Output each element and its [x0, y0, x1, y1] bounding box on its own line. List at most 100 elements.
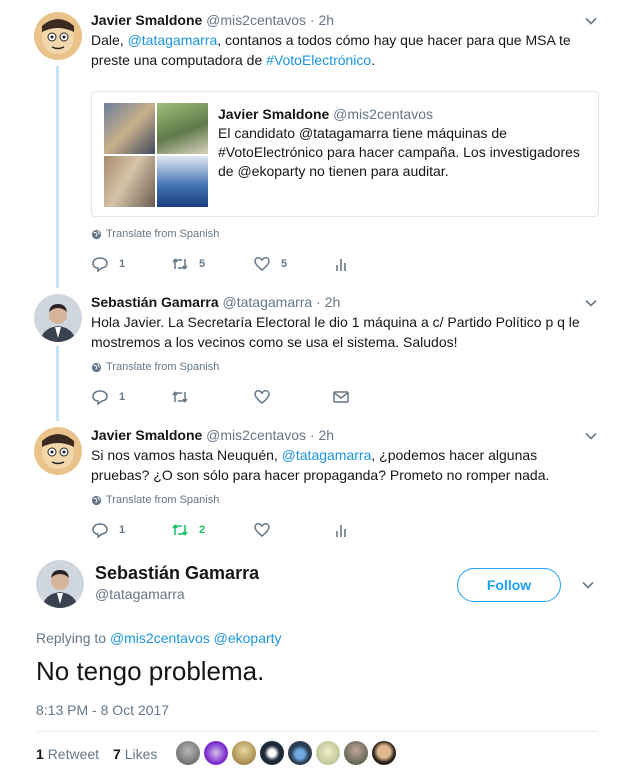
author-name[interactable]: Javier Smaldone [91, 12, 202, 28]
mention-link[interactable]: @tatagamarra [128, 32, 218, 48]
author-handle[interactable]: @mis2centavos [206, 427, 306, 443]
globe-icon [91, 495, 102, 505]
separator: · [316, 294, 321, 310]
envelope-icon [333, 391, 349, 403]
timestamp[interactable]: 2h [325, 294, 341, 310]
translate-link[interactable]: Translate from Spanish [91, 360, 219, 374]
main-avatar[interactable] [36, 560, 84, 608]
author-handle[interactable]: @tatagamarra [223, 294, 313, 310]
tweet-header: Sebastián Gamarra @tatagamarra · 2h [91, 293, 340, 311]
like-button[interactable] [253, 520, 271, 540]
tweet-text: Dale, @tatagamarra, contanos a todos cóm… [91, 30, 591, 70]
main-author-name[interactable]: Sebastián Gamarra [95, 562, 259, 584]
retweet-button[interactable]: 5 [171, 254, 205, 274]
retweet-count: 5 [199, 258, 206, 270]
like-button[interactable]: 5 [253, 254, 287, 274]
retweet-stat-count: 1 [36, 746, 44, 762]
media-thumbnail[interactable] [157, 103, 208, 154]
replying-to: Replying to @mis2centavos @ekoparty [36, 629, 282, 647]
media-thumbnail[interactable] [104, 156, 155, 207]
liker-avatar[interactable] [372, 741, 396, 765]
mention-link[interactable]: @tatagamarra [282, 447, 372, 463]
quoted-author-handle: @mis2centavos [333, 106, 433, 122]
separator: · [309, 12, 315, 28]
liker-avatar[interactable] [344, 741, 368, 765]
avatar[interactable] [34, 12, 82, 60]
main-tweet-text: No tengo problema. [36, 656, 265, 686]
quoted-tweet[interactable]: Javier Smaldone @mis2centavos El candida… [91, 91, 599, 217]
analytics-button[interactable] [332, 254, 350, 274]
tweet-actions: 1 [91, 387, 391, 407]
retweet-icon [172, 391, 188, 403]
author-name[interactable]: Javier Smaldone [91, 427, 202, 443]
liker-avatar[interactable] [288, 741, 312, 765]
analytics-button[interactable] [332, 520, 350, 540]
follow-button[interactable]: Follow [457, 568, 561, 602]
reply-button[interactable]: 1 [91, 520, 125, 540]
media-thumbnail[interactable] [157, 156, 208, 207]
reply-count: 1 [119, 391, 126, 403]
tweet-actions: 1 5 5 [91, 254, 391, 274]
heart-icon [254, 257, 270, 271]
reply-to-link[interactable]: @ekoparty [214, 630, 282, 646]
timestamp[interactable]: 2h [318, 427, 334, 443]
tweet-header: Javier Smaldone @mis2centavos · 2h [91, 11, 334, 29]
hashtag-link[interactable]: #VotoElectrónico [266, 52, 371, 68]
translate-link[interactable]: Translate from Spanish [91, 493, 219, 507]
retweet-button[interactable]: 2 [171, 520, 205, 540]
analytics-icon [336, 525, 346, 537]
retweet-icon [172, 258, 188, 270]
author-handle[interactable]: @mis2centavos [206, 12, 306, 28]
timestamp[interactable]: 2h [318, 12, 334, 28]
chevron-down-icon[interactable] [584, 14, 598, 28]
text-fragment: . [371, 52, 376, 68]
text-fragment: Si nos vamos hasta Neuquén, [91, 447, 282, 463]
direct-message-button[interactable] [332, 387, 350, 407]
quoted-text: El candidato @tatagamarra tiene máquinas… [218, 125, 580, 179]
retweet-button[interactable] [171, 387, 189, 407]
quoted-media-grid[interactable] [104, 103, 208, 207]
translate-label: Translate from Spanish [106, 228, 220, 240]
text-fragment: Dale, [91, 32, 128, 48]
like-stat-label: Likes [124, 746, 158, 762]
reply-icon [92, 257, 108, 273]
translate-label: Translate from Spanish [106, 494, 220, 506]
main-timestamp[interactable]: 8:13 PM - 8 Oct 2017 [36, 701, 169, 719]
reply-button[interactable]: 1 [91, 254, 125, 274]
liker-avatar[interactable] [176, 741, 200, 765]
reply-icon [92, 390, 108, 406]
chevron-down-icon[interactable] [584, 429, 598, 443]
globe-icon [91, 362, 102, 372]
retweet-icon [172, 524, 188, 536]
reply-count: 1 [119, 524, 126, 536]
avatar[interactable] [34, 427, 82, 475]
translate-link[interactable]: Translate from Spanish [91, 227, 219, 241]
tweet-actions: 1 2 [91, 520, 391, 540]
author-name[interactable]: Sebastián Gamarra [91, 294, 219, 310]
like-button[interactable] [253, 387, 271, 407]
thread-line [56, 346, 59, 421]
quoted-header: Javier Smaldone @mis2centavos [218, 105, 433, 123]
separator: · [309, 427, 315, 443]
avatar[interactable] [34, 294, 82, 342]
liker-avatar[interactable] [260, 741, 284, 765]
tweet-header: Javier Smaldone @mis2centavos · 2h [91, 426, 334, 444]
heart-icon [254, 523, 270, 537]
liker-avatar[interactable] [232, 741, 256, 765]
liker-avatar[interactable] [204, 741, 228, 765]
chevron-down-icon[interactable] [584, 296, 598, 310]
chevron-down-icon[interactable] [581, 578, 595, 592]
media-thumbnail[interactable] [104, 103, 155, 154]
main-author-handle[interactable]: @tatagamarra [95, 585, 185, 603]
like-stat[interactable]: 7 Likes [113, 745, 157, 763]
retweet-stat-label: Retweet [47, 746, 100, 762]
tweet-text: Hola Javier. La Secretaría Electoral le … [91, 314, 580, 350]
reply-button[interactable]: 1 [91, 387, 125, 407]
liker-avatar[interactable] [316, 741, 340, 765]
reply-icon [92, 523, 108, 539]
like-stat-count: 7 [113, 746, 121, 762]
reply-to-link[interactable]: @mis2centavos [110, 630, 210, 646]
analytics-icon [336, 259, 346, 271]
globe-icon [91, 229, 102, 239]
retweet-stat[interactable]: 1 Retweet [36, 745, 99, 763]
